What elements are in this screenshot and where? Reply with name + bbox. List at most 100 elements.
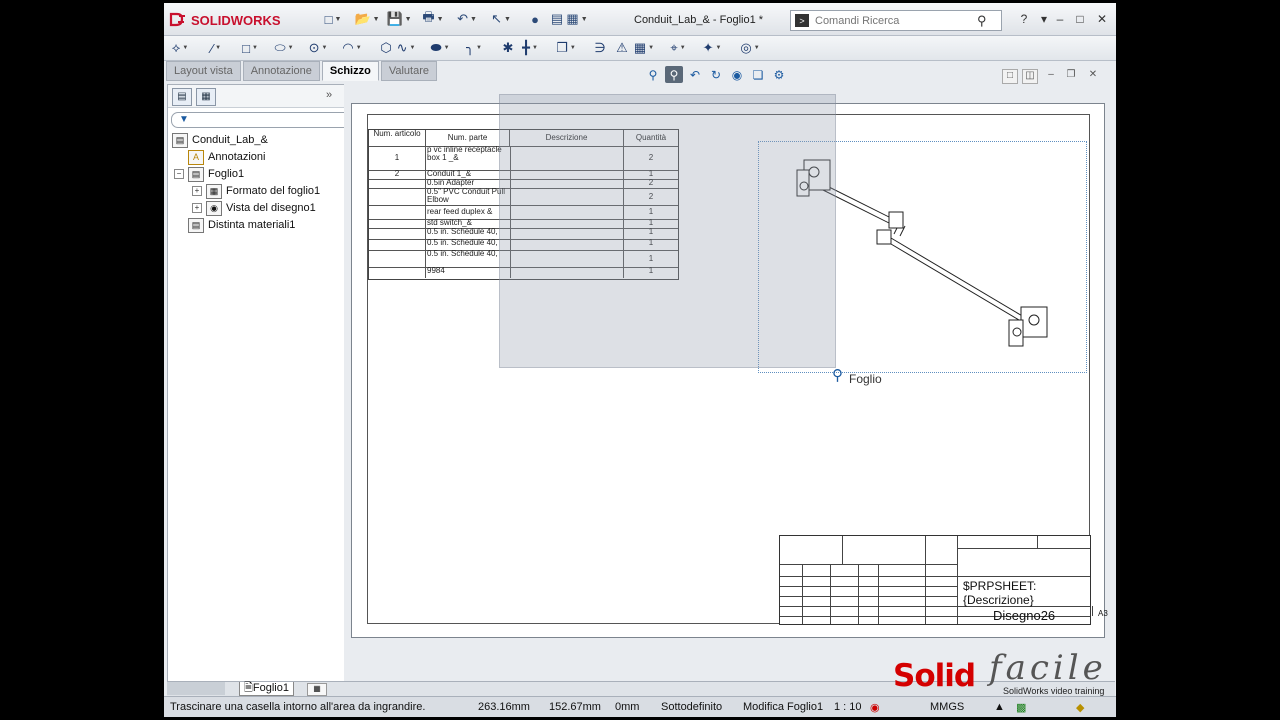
tree-item-bom[interactable]: ▤ Distinta materiali1: [188, 217, 295, 233]
zoom-to-area-icon[interactable]: ⚲: [665, 66, 683, 83]
cursor-tooltip: Foglio: [849, 372, 882, 386]
quick-snaps-icon[interactable]: ◎ ▼: [740, 40, 760, 56]
arc-icon[interactable]: ◠ ▼: [342, 40, 362, 56]
view-settings-icon[interactable]: ⚙: [770, 66, 788, 83]
options-icon[interactable]: ▦ ▼: [566, 11, 587, 27]
close-button[interactable]: ✕: [1094, 12, 1110, 26]
sheet-nav-controls[interactable]: [167, 682, 225, 695]
viewport-single-icon[interactable]: □: [1002, 69, 1018, 84]
tab-annotazione[interactable]: Annotazione: [242, 61, 320, 81]
cursor-x-coordinate: 263.16mm: [478, 701, 530, 713]
rebuild-icon[interactable]: ↻: [707, 66, 725, 83]
help-status-icon[interactable]: ▩: [1016, 701, 1026, 714]
property-manager-tab-icon[interactable]: ▦: [196, 88, 216, 106]
tree-item-sheet-format[interactable]: + ▦ Formato del foglio1: [192, 183, 320, 199]
tree-item-annotazioni[interactable]: A Annotazioni: [188, 149, 266, 165]
new-document-icon[interactable]: □ ▼: [324, 11, 342, 27]
add-sheet-icon[interactable]: ▦: [307, 683, 327, 696]
maximize-button[interactable]: □: [1072, 12, 1088, 26]
title-block-line: [957, 548, 1090, 549]
linear-pattern-icon[interactable]: ▦ ▼: [634, 40, 654, 56]
tree-filter-input[interactable]: ▼: [171, 112, 366, 128]
offset-entities-icon[interactable]: ❐ ▼: [556, 40, 576, 56]
feature-manager-tab-icon[interactable]: ▤: [172, 88, 192, 106]
units-dropdown-icon[interactable]: ▲: [994, 701, 1005, 713]
display-style-icon[interactable]: ❏: [749, 66, 767, 83]
drawing-description: $PRPSHEET:{Descrizione}: [963, 579, 1037, 607]
watermark-tagline: SolidWorks video training: [1003, 686, 1105, 696]
drawing-sheet[interactable]: Num. articolo Num. parte Descrizione Qua…: [351, 94, 1108, 638]
solidworks-logo[interactable]: SOLIDWORKS: [168, 9, 281, 31]
slot-icon[interactable]: ⬭ ▼: [274, 40, 294, 56]
command-search-box[interactable]: > ⚲: [790, 10, 1002, 31]
search-icon[interactable]: ⚲: [977, 13, 987, 29]
move-entities-icon[interactable]: ⌖ ▼: [668, 40, 688, 56]
print-icon[interactable]: 🖶 ▼: [422, 9, 443, 27]
doc-close-button[interactable]: ✕: [1086, 69, 1100, 82]
collapse-pane-icon[interactable]: »: [326, 89, 332, 101]
viewport-split-icon[interactable]: ◫: [1022, 69, 1038, 84]
doc-minimize-button[interactable]: –: [1044, 69, 1058, 82]
fillet-icon[interactable]: ╮ ▼: [464, 40, 484, 56]
polygon-icon[interactable]: ⬡: [376, 40, 396, 56]
title-block-line: [780, 596, 957, 597]
bom-cell: [369, 179, 426, 188]
bom-table-icon: ▤: [188, 217, 204, 233]
document-title: Conduit_Lab_& - Foglio1 *: [634, 14, 764, 26]
help-dropdown-icon[interactable]: ▾: [1036, 12, 1052, 26]
tag-icon[interactable]: ◆: [1076, 701, 1084, 714]
circle-icon[interactable]: ⊙ ▼: [308, 40, 328, 56]
open-folder-icon[interactable]: 📂 ▼: [354, 11, 379, 27]
title-block[interactable]: $PRPSHEET:{Descrizione} Disegno26 A3: [779, 535, 1108, 625]
doc-restore-button[interactable]: ❐: [1064, 69, 1078, 82]
cursor-z-coordinate: 0mm: [615, 701, 640, 713]
bom-cell: [369, 239, 426, 250]
zoom-area-selection: [499, 94, 836, 368]
undo-icon[interactable]: ↶ ▼: [457, 11, 477, 27]
zoom-to-fit-icon[interactable]: ⚲: [644, 66, 662, 83]
title-block-line: [830, 564, 831, 624]
save-icon[interactable]: 💾 ▼: [386, 11, 411, 27]
annotation-icon: A: [188, 149, 204, 165]
brand-name: SOLIDWORKS: [191, 12, 281, 28]
sheet-scale[interactable]: 1 : 10: [834, 701, 862, 713]
expand-icon[interactable]: +: [192, 186, 202, 196]
collapse-icon[interactable]: −: [174, 169, 184, 179]
graphics-area[interactable]: Num. articolo Num. parte Descrizione Qua…: [344, 84, 1116, 684]
rebuild-traffic-light-icon[interactable]: ●: [526, 11, 544, 27]
command-search-input[interactable]: [813, 13, 977, 28]
rectangle-icon[interactable]: □ ▼: [240, 40, 260, 56]
centerline-icon[interactable]: ╋ ▼: [520, 40, 540, 56]
tree-root[interactable]: ▤ Conduit_Lab_&: [172, 132, 268, 148]
tree-item-foglio1[interactable]: − ▤ Foglio1: [174, 166, 244, 182]
expand-icon[interactable]: +: [192, 203, 202, 213]
display-relations-icon[interactable]: ⚠: [612, 40, 632, 56]
rebuild-status-icon[interactable]: ◉: [870, 701, 880, 714]
spline-icon[interactable]: ∿ ▼: [396, 40, 416, 56]
ellipse-icon[interactable]: ⬬ ▼: [430, 40, 450, 56]
sheet-tab-foglio1[interactable]: 🗎Foglio1: [239, 682, 294, 696]
bom-cell: [369, 267, 426, 278]
title-block-line: [802, 564, 803, 624]
mirror-icon[interactable]: ∋: [590, 40, 610, 56]
previous-view-icon[interactable]: ↶: [686, 66, 704, 83]
tree-item-label: Formato del foglio1: [226, 185, 321, 197]
tab-schizzo[interactable]: Schizzo: [321, 61, 379, 81]
tab-valutare[interactable]: Valutare: [380, 61, 437, 81]
watermark-facile: facile: [989, 648, 1107, 688]
tree-item-drawing-view[interactable]: + ◉ Vista del disegno1: [192, 200, 316, 216]
line-icon[interactable]: ∕ ▼: [206, 40, 226, 56]
file-properties-icon[interactable]: ▤: [548, 11, 566, 27]
unit-system[interactable]: MMGS: [930, 701, 964, 713]
select-cursor-icon[interactable]: ↖ ▼: [491, 11, 511, 27]
point-icon[interactable]: ✱: [498, 40, 518, 56]
tree-item-label: Distinta materiali1: [208, 219, 296, 231]
repair-sketch-icon[interactable]: ✦ ▼: [702, 40, 722, 56]
minimize-button[interactable]: –: [1052, 12, 1068, 26]
hide-show-icon[interactable]: ◉: [728, 66, 746, 83]
tab-layout-vista[interactable]: Layout vista: [166, 61, 241, 81]
sheet-format-icon: ▦: [206, 183, 222, 199]
help-icon[interactable]: ?: [1016, 12, 1032, 26]
bom-cell: [369, 219, 426, 228]
smart-dimension-icon[interactable]: ⟡ ▼: [170, 40, 190, 56]
